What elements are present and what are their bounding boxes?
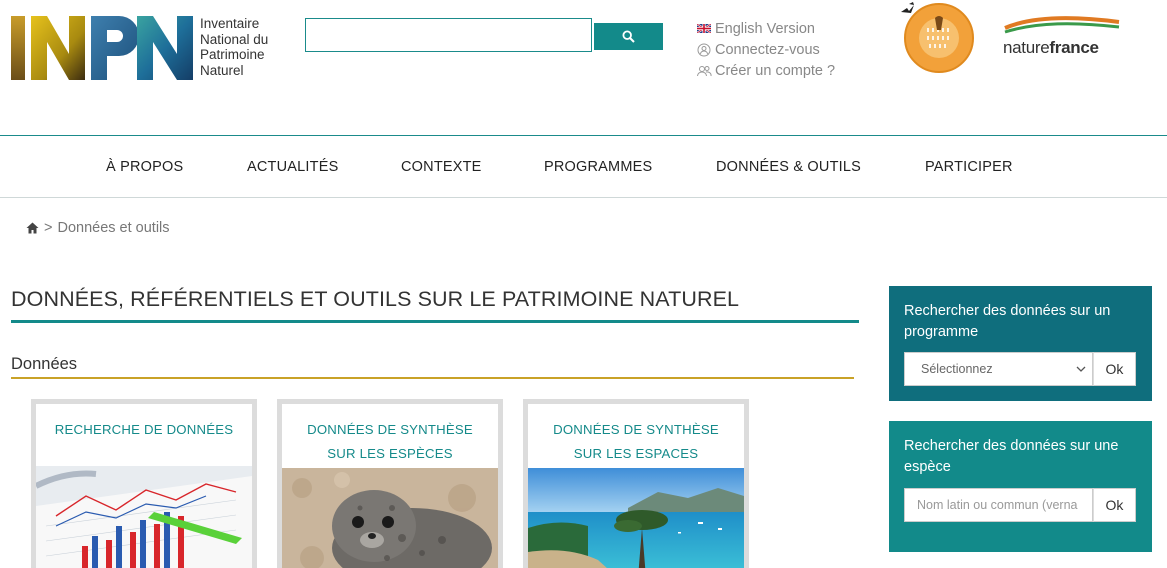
chevron-down-icon [1076, 366, 1086, 372]
naturefrance-logo[interactable]: naturefrance [1003, 14, 1123, 60]
main-nav: À PROPOS ACTUALITÉS CONTEXTE PROGRAMMES … [0, 135, 1167, 198]
card-image-seal [282, 468, 498, 568]
nav-item-actualites[interactable]: ACTUALITÉS [247, 136, 338, 198]
breadcrumb: > Données et outils [26, 220, 170, 236]
card-donnees-synthese-espaces[interactable]: DONNÉES DE SYNTHÈSE SUR LES ESPACES [523, 399, 749, 568]
card-image-charts [36, 466, 252, 568]
nav-item-contexte[interactable]: CONTEXTE [401, 136, 482, 198]
inpn-logo-text: Inventaire National du Patrimoine Nature… [200, 16, 269, 78]
card-recherche-donnees[interactable]: RECHERCHE DE DONNÉES [31, 399, 257, 568]
uk-flag-icon [696, 24, 712, 33]
section-title-donnees: Données [11, 355, 78, 373]
program-search-title: Rechercher des données sur un programme [904, 303, 1111, 340]
search-button[interactable] [594, 23, 663, 50]
card-donnees-synthese-especes[interactable]: DONNÉES DE SYNTHÈSE SUR LES ESPÈCES [277, 399, 503, 568]
page-title: DONNÉES, RÉFÉRENTIELS ET OUTILS SUR LE P… [11, 287, 740, 311]
user-icon [696, 43, 712, 57]
inpn-logo[interactable]: Inventaire National du Patrimoine Nature… [11, 16, 268, 80]
top-links: English Version Connectez-vous Créer un … [696, 18, 835, 81]
species-ok-button[interactable]: Ok [1093, 488, 1136, 522]
breadcrumb-separator: > [44, 220, 53, 236]
connaissance-seal-logo[interactable] [895, 0, 981, 76]
login-link[interactable]: Connectez-vous [696, 39, 835, 60]
program-ok-button[interactable]: Ok [1093, 352, 1136, 386]
program-select[interactable]: Sélectionnez [904, 352, 1093, 386]
species-search-input[interactable]: Nom latin ou commun (verna [904, 488, 1093, 522]
register-link[interactable]: Créer un compte ? [696, 60, 835, 81]
inpn-logo-mark [11, 16, 194, 80]
home-icon[interactable] [26, 222, 39, 234]
species-search-box: Rechercher des données sur une espèce No… [889, 421, 1152, 552]
search-input[interactable] [305, 18, 592, 52]
nav-item-donnees-outils[interactable]: DONNÉES & OUTILS [716, 136, 861, 198]
english-version-link[interactable]: English Version [696, 18, 835, 39]
search-icon [622, 30, 635, 43]
nav-item-participer[interactable]: PARTICIPER [925, 136, 1013, 198]
nav-item-a-propos[interactable]: À PROPOS [106, 136, 183, 198]
card-title: DONNÉES DE SYNTHÈSE SUR LES ESPACES [553, 422, 719, 461]
card-title: DONNÉES DE SYNTHÈSE SUR LES ESPÈCES [307, 422, 473, 461]
card-image-coast [528, 468, 744, 568]
card-title: RECHERCHE DE DONNÉES [54, 422, 234, 437]
species-search-title: Rechercher des données sur une espèce [904, 438, 1119, 475]
program-search-box: Rechercher des données sur un programme … [889, 286, 1152, 401]
breadcrumb-current: Données et outils [57, 220, 170, 236]
users-icon [696, 64, 712, 78]
title-divider [11, 320, 859, 323]
section-divider [11, 377, 854, 379]
nav-item-programmes[interactable]: PROGRAMMES [544, 136, 652, 198]
